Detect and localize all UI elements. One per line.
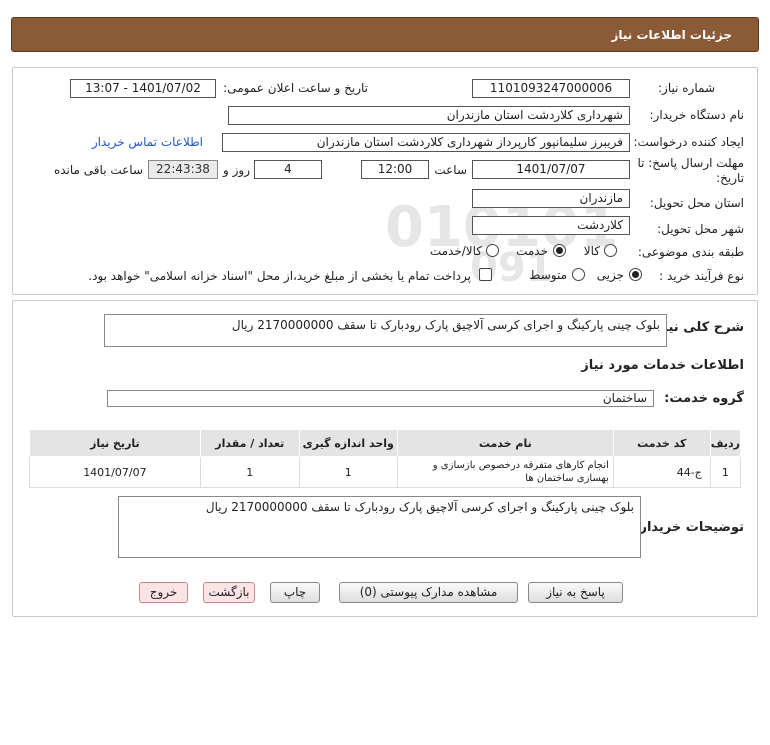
cell-service-code: ج-44 bbox=[612, 456, 711, 488]
purchase-radio-medium[interactable] bbox=[572, 268, 585, 281]
remaining-time-field: 22:43:38 bbox=[148, 160, 218, 179]
time-label: ساعت bbox=[434, 163, 467, 177]
need-number-field[interactable]: 1101093247000006 bbox=[472, 79, 630, 98]
col-row-number: ردیف bbox=[709, 429, 742, 457]
purchase-type-label: نوع فرآیند خرید : bbox=[659, 269, 744, 283]
province-label: استان محل تحویل: bbox=[649, 196, 744, 210]
back-button[interactable]: بازگشت bbox=[203, 582, 255, 603]
need-info-panel bbox=[12, 67, 758, 295]
buyer-org-field[interactable]: شهرداری کلاردشت استان مازندران bbox=[228, 106, 630, 125]
buyer-org-label: نام دستگاه خریدار: bbox=[649, 108, 745, 122]
category-option-service: خدمت bbox=[516, 244, 548, 258]
general-desc-field[interactable]: بلوک چینی پارکینگ و اجرای کرسی آلاچیق پا… bbox=[104, 314, 667, 347]
days-label: روز و bbox=[223, 163, 250, 177]
category-radio-goods-service[interactable] bbox=[486, 244, 499, 257]
city-label: شهر محل تحویل: bbox=[657, 222, 744, 236]
announce-label: تاریخ و ساعت اعلان عمومی: bbox=[223, 81, 368, 95]
cell-service-name: انجام کارهای متفرقه درخصوص بازسازی و بهس… bbox=[396, 456, 614, 488]
treasury-payment-checkbox[interactable] bbox=[479, 268, 492, 281]
cell-unit: 1 bbox=[298, 456, 398, 488]
deadline-label: مهلت ارسال پاسخ: تا bbox=[637, 156, 744, 170]
service-group-field[interactable]: ساختمان bbox=[107, 390, 654, 407]
print-button[interactable]: چاپ bbox=[270, 582, 320, 603]
exit-button[interactable]: خروج bbox=[139, 582, 188, 603]
province-field[interactable]: مازندران bbox=[472, 189, 630, 208]
cell-quantity: 1 bbox=[199, 456, 300, 488]
services-section-title: اطلاعات خدمات مورد نیاز bbox=[581, 358, 744, 373]
col-service-code: کد خدمت bbox=[612, 429, 711, 457]
services-table: ردیف کد خدمت نام خدمت واحد اندازه گیری ت… bbox=[29, 429, 742, 488]
buyer-notes-label: توضیحات خریدار: bbox=[634, 520, 744, 535]
view-documents-button[interactable]: مشاهده مدارک پیوستی (0) bbox=[339, 582, 518, 603]
category-option-goods: کالا bbox=[583, 244, 600, 258]
table-header-row: ردیف کد خدمت نام خدمت واحد اندازه گیری ت… bbox=[29, 429, 742, 457]
announce-field[interactable]: 1401/07/02 - 13:07 bbox=[70, 79, 216, 98]
deadline-label-date: تاریخ: bbox=[716, 171, 744, 185]
category-radio-goods[interactable] bbox=[604, 244, 617, 257]
reply-button[interactable]: پاسخ به نیاز bbox=[528, 582, 623, 603]
purchase-option-medium: متوسط bbox=[529, 268, 567, 282]
category-label: طبقه بندی موضوعی: bbox=[637, 245, 744, 259]
cell-need-date: 1401/07/07 bbox=[29, 456, 201, 488]
service-group-label: گروه خدمت: bbox=[664, 391, 744, 406]
treasury-payment-note: پرداخت تمام یا بخشی از مبلغ خرید،از محل … bbox=[88, 269, 471, 283]
days-field[interactable]: 4 bbox=[254, 160, 322, 179]
buyer-notes-field[interactable]: بلوک چینی پارکینگ و اجرای کرسی آلاچیق پا… bbox=[118, 496, 641, 558]
deadline-date-field[interactable]: 1401/07/07 bbox=[472, 160, 630, 179]
contact-buyer-link[interactable]: اطلاعات تماس خریدار bbox=[92, 135, 203, 149]
need-number-label: شماره نیاز: bbox=[658, 81, 715, 95]
cell-row-number: 1 bbox=[709, 456, 742, 488]
col-service-name: نام خدمت bbox=[396, 429, 614, 457]
category-option-goods-service: کالا/خدمت bbox=[429, 244, 482, 258]
category-radio-service[interactable] bbox=[553, 244, 566, 257]
col-quantity: تعداد / مقدار bbox=[199, 429, 300, 457]
city-field[interactable]: کلاردشت bbox=[472, 216, 630, 235]
requester-label: ایجاد کننده درخواست: bbox=[633, 135, 744, 149]
col-need-date: تاریخ نیاز bbox=[29, 429, 201, 457]
deadline-time-field[interactable]: 12:00 bbox=[361, 160, 429, 179]
remaining-label: ساعت باقی مانده bbox=[53, 163, 143, 177]
purchase-radio-minor[interactable] bbox=[629, 268, 642, 281]
page-header: جزئیات اطلاعات نیاز bbox=[11, 17, 759, 52]
table-row[interactable]: 1 ج-44 انجام کارهای متفرقه درخصوص بازساز… bbox=[29, 456, 742, 488]
requester-field[interactable]: فریبرز سلیمانپور کارپرداز شهرداری کلاردش… bbox=[222, 133, 630, 152]
purchase-option-minor: جزیی bbox=[596, 268, 624, 282]
col-unit: واحد اندازه گیری bbox=[298, 429, 398, 457]
